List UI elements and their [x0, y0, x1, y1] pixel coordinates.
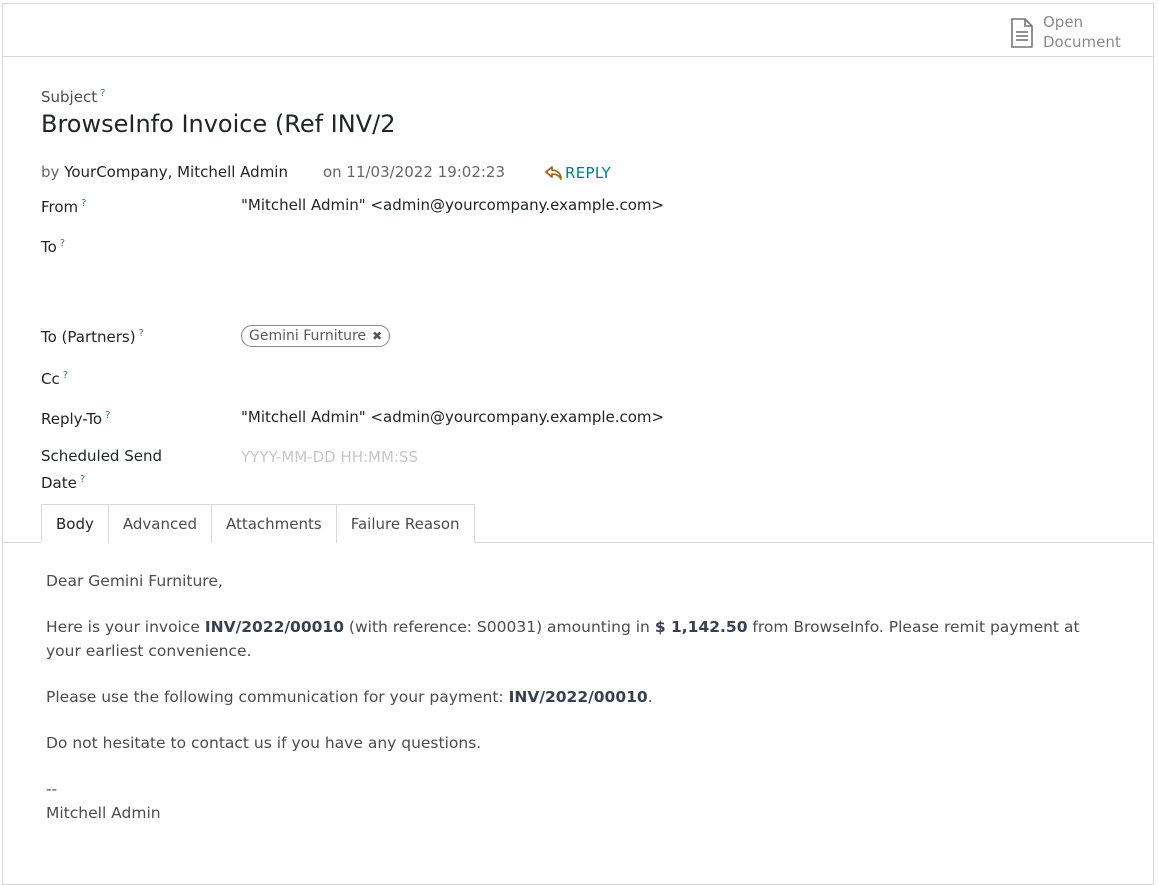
subject-label: Subject?: [41, 88, 105, 106]
from-field[interactable]: "Mitchell Admin" <admin@yourcompany.exam…: [241, 196, 664, 214]
reply-to-field[interactable]: "Mitchell Admin" <admin@yourcompany.exam…: [241, 408, 664, 426]
document-icon: [1011, 18, 1033, 48]
reply-label: REPLY: [565, 164, 611, 182]
invoice-amount: $ 1,142.50: [654, 618, 748, 636]
from-label-text: From: [41, 198, 79, 216]
to-label-text: To: [41, 238, 57, 256]
help-icon[interactable]: ?: [100, 88, 105, 99]
reply-icon: [545, 166, 562, 180]
help-icon[interactable]: ?: [80, 474, 85, 485]
signature-name: Mitchell Admin: [46, 804, 161, 822]
help-icon[interactable]: ?: [139, 328, 144, 339]
p2-text-b: .: [647, 688, 653, 706]
cc-label-text: Cc: [41, 370, 60, 388]
mail-form-sheet: Open Document Subject? BrowseInfo Invoic…: [2, 3, 1154, 885]
scheduled-label-line2-text: Date: [41, 474, 77, 492]
remove-tag-icon[interactable]: ✖: [372, 329, 382, 343]
signature: -- Mitchell Admin: [46, 777, 1106, 825]
reply-to-label: Reply-To?: [41, 404, 110, 431]
help-icon[interactable]: ?: [60, 238, 65, 249]
notebook-tabs: Body Advanced Attachments Failure Reason: [41, 504, 475, 544]
subject-label-text: Subject: [41, 88, 98, 106]
partner-tag-label: Gemini Furniture: [249, 328, 367, 344]
p1-text-a: Here is your invoice: [46, 618, 205, 636]
tab-failure-reason[interactable]: Failure Reason: [336, 505, 474, 543]
tab-attachments[interactable]: Attachments: [211, 505, 337, 543]
body-paragraph-3: Do not hesitate to contact us if you hav…: [46, 734, 482, 752]
to-partners-label-text: To (Partners): [41, 328, 136, 346]
button-box: Open Document: [3, 4, 1153, 57]
active-tab-gap: [41, 542, 111, 543]
from-label: From?: [41, 192, 86, 219]
signature-dash: --: [46, 780, 58, 798]
by-text: by: [41, 163, 60, 181]
body-greeting: Dear Gemini Furniture,: [46, 572, 223, 590]
payment-reference: INV/2022/00010: [508, 688, 648, 706]
help-icon[interactable]: ?: [81, 198, 86, 209]
cc-label: Cc?: [41, 364, 68, 391]
subject-value: BrowseInfo Invoice (Ref INV/2022/00010): [41, 110, 393, 138]
reply-button[interactable]: REPLY: [545, 164, 611, 182]
author-name[interactable]: YourCompany, Mitchell Admin: [64, 163, 288, 181]
body-paragraph-1: Here is your invoice INV/2022/00010 (wit…: [46, 615, 1106, 663]
mail-body: Dear Gemini Furniture, Here is your invo…: [46, 569, 1106, 825]
sent-date: on 11/03/2022 19:02:23: [322, 163, 506, 181]
tab-body[interactable]: Body: [42, 505, 109, 544]
open-document-button[interactable]: Open Document: [1009, 12, 1133, 52]
help-icon[interactable]: ?: [105, 410, 110, 421]
to-partners-label: To (Partners)?: [41, 322, 144, 349]
body-paragraph-2: Please use the following communication f…: [46, 685, 1106, 709]
partner-tag: Gemini Furniture ✖: [241, 325, 391, 347]
p1-text-b: (with reference: S00031) amounting in: [343, 618, 655, 636]
scheduled-date-label: Scheduled Send Date?: [41, 444, 162, 495]
scheduled-date-input[interactable]: YYYY-MM-DD HH:MM:SS: [241, 448, 418, 466]
reply-to-label-text: Reply-To: [41, 410, 103, 428]
to-label: To?: [41, 232, 65, 259]
author-line: by YourCompany, Mitchell Admin on 11/03/…: [41, 163, 505, 181]
scheduled-label-line2: Date?: [41, 468, 162, 495]
scheduled-label-line1: Scheduled Send: [41, 447, 162, 465]
invoice-number: INV/2022/00010: [204, 618, 344, 636]
p2-text-a: Please use the following communication f…: [46, 688, 509, 706]
help-icon[interactable]: ?: [63, 370, 68, 381]
open-document-label: Open Document: [1043, 13, 1121, 51]
tab-advanced[interactable]: Advanced: [108, 505, 212, 543]
